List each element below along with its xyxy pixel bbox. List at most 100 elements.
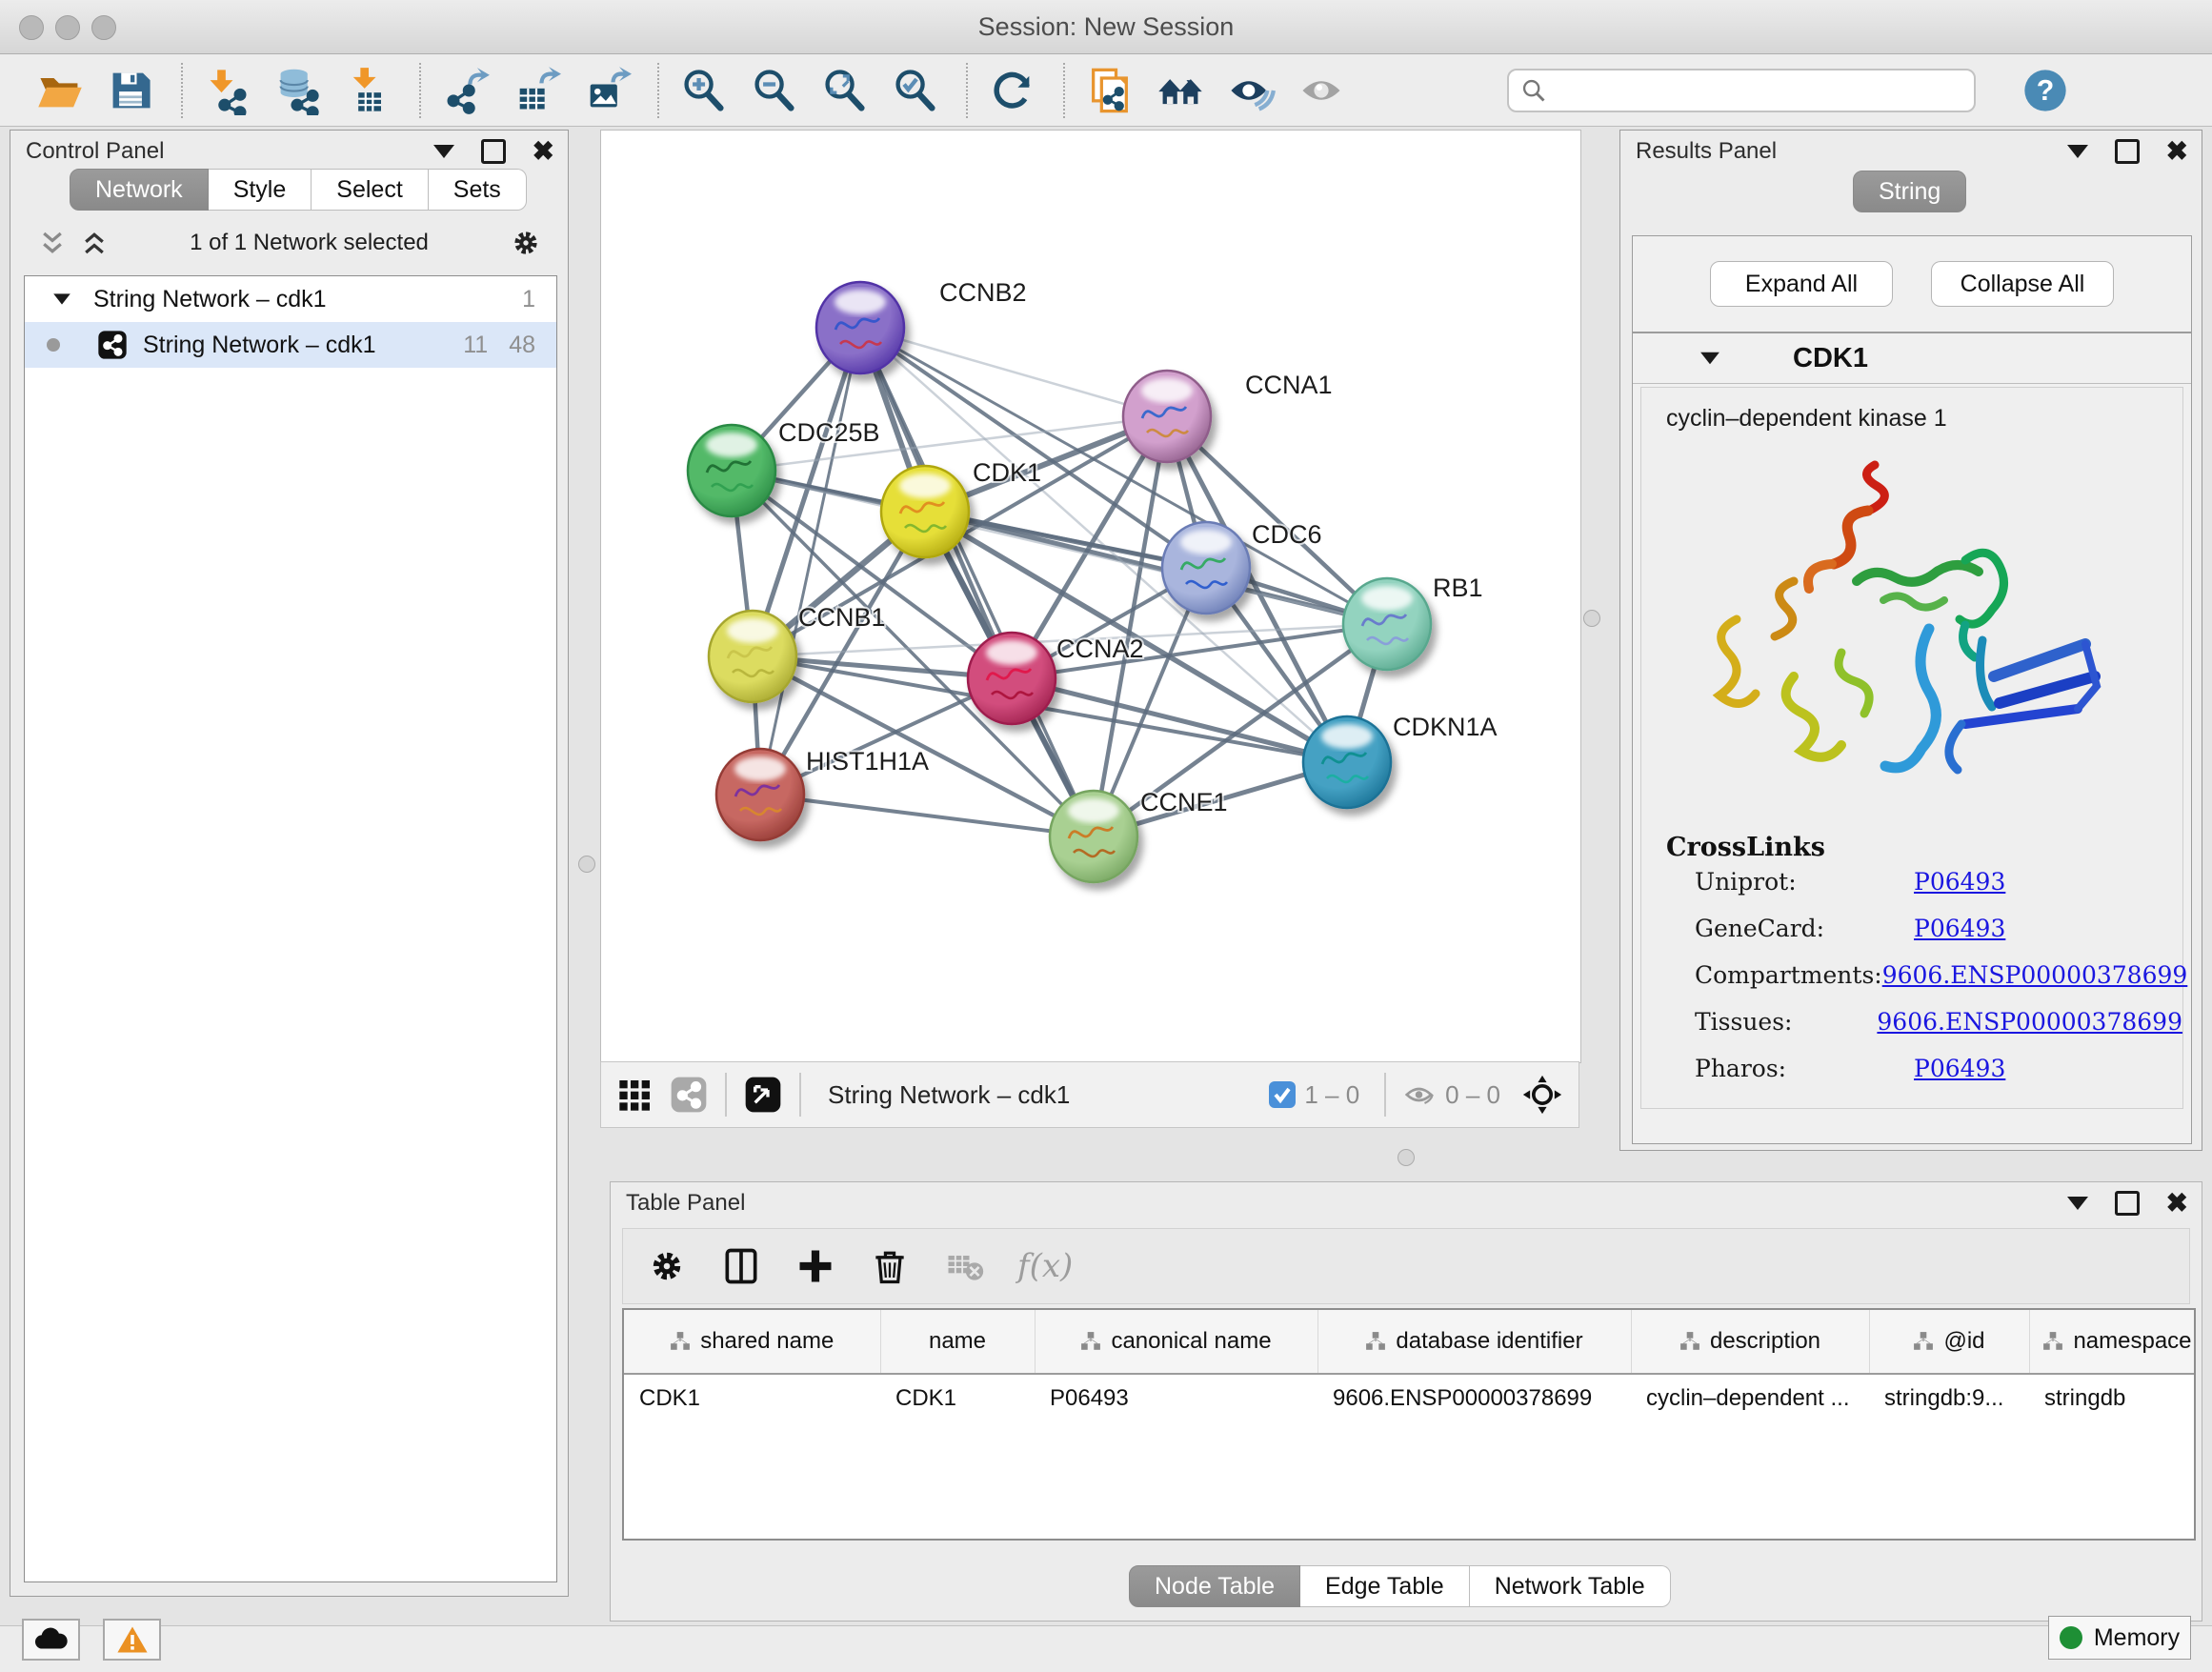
gear-icon[interactable] (509, 226, 543, 260)
import-network-from-database-icon[interactable] (271, 63, 326, 118)
table-cell[interactable]: 9606.ENSP00000378699 (1317, 1374, 1631, 1422)
zoom-out-icon[interactable] (747, 63, 802, 118)
table-cell[interactable]: stringdb (2029, 1374, 2196, 1422)
delete-column-icon[interactable] (869, 1245, 911, 1287)
network-node-CCNE1[interactable] (1050, 791, 1137, 882)
expand-all-icon[interactable] (79, 229, 110, 257)
table-cell[interactable]: cyclin–dependent ... (1631, 1374, 1869, 1422)
network-edge-CCNB2-HIST1H1A[interactable] (760, 328, 860, 795)
network-node-CCNA1[interactable] (1123, 371, 1211, 462)
crosslink-link-uniprot[interactable]: P06493 (1914, 868, 2005, 896)
gene-header-row[interactable]: CDK1 (1633, 333, 2191, 384)
grid-view-icon[interactable] (616, 1076, 654, 1114)
hidden-eye-icon[interactable] (1403, 1080, 1438, 1109)
table-settings-gear-icon[interactable] (646, 1245, 688, 1287)
network-node-CDC25B[interactable] (688, 425, 775, 516)
panel-float-icon[interactable] (2067, 1197, 2088, 1210)
import-network-from-file-icon[interactable] (200, 63, 255, 118)
tab-style[interactable]: Style (209, 169, 312, 211)
hide-show-icon[interactable] (1223, 63, 1278, 118)
crosslink-link-tissues[interactable]: 9606.ENSP00000378699 (1877, 1008, 2182, 1036)
tab-network[interactable]: Network (70, 169, 209, 211)
network-edge-CCNB2-CCNA1[interactable] (860, 328, 1167, 416)
column-header-shared-name[interactable]: shared name (624, 1310, 880, 1374)
network-collection-row[interactable]: String Network – cdk1 1 (25, 276, 556, 322)
close-window-button[interactable] (19, 15, 44, 40)
export-network-icon[interactable] (438, 63, 493, 118)
export-image-icon[interactable] (579, 63, 634, 118)
cloud-button[interactable] (22, 1619, 80, 1661)
network-node-CDK1[interactable] (881, 466, 969, 557)
panel-float-icon[interactable] (2067, 145, 2088, 158)
bottom-splitter-grip[interactable] (1398, 1149, 1415, 1166)
birdseye-toggle-icon[interactable] (1521, 1074, 1563, 1116)
panel-close-icon[interactable]: ✖ (533, 142, 554, 161)
import-table-from-file-icon[interactable] (341, 63, 396, 118)
tab-network-table[interactable]: Network Table (1470, 1565, 1671, 1607)
table-cell[interactable]: stringdb:9... (1869, 1374, 2029, 1422)
zoom-selected-icon[interactable] (888, 63, 943, 118)
search-box[interactable] (1507, 69, 1976, 112)
network-node-CCNB2[interactable] (816, 282, 904, 373)
network-canvas[interactable]: CCNB2CCNA1CDC25BCDK1CDC6RB1CCNB1CCNA2CDK… (600, 130, 1581, 1063)
function-builder-icon[interactable]: f(x) (1017, 1247, 1073, 1285)
search-input[interactable] (1547, 76, 1951, 105)
tree-expand-icon[interactable] (53, 293, 70, 304)
tab-select[interactable]: Select (312, 169, 428, 211)
expand-all-button[interactable]: Expand All (1710, 261, 1893, 307)
zoom-window-button[interactable] (91, 15, 116, 40)
tab-node-table[interactable]: Node Table (1129, 1565, 1300, 1607)
houses-icon[interactable] (1153, 63, 1208, 118)
add-column-icon[interactable] (794, 1245, 836, 1287)
table-cell[interactable]: CDK1 (624, 1374, 880, 1422)
tab-edge-table[interactable]: Edge Table (1300, 1565, 1470, 1607)
right-splitter-grip[interactable] (1583, 610, 1600, 627)
table-cell[interactable]: P06493 (1035, 1374, 1317, 1422)
column-header-@id[interactable]: @id (1869, 1310, 2029, 1374)
panel-maximize-icon[interactable] (2115, 1191, 2140, 1216)
selected-checkbox-icon[interactable] (1268, 1080, 1297, 1109)
network-node-HIST1H1A[interactable] (716, 749, 804, 840)
show-columns-icon[interactable] (720, 1245, 762, 1287)
tab-sets[interactable]: Sets (429, 169, 527, 211)
column-header-description[interactable]: description (1631, 1310, 1869, 1374)
detach-view-icon[interactable] (744, 1076, 782, 1114)
table-row[interactable]: CDK1CDK1P064939606.ENSP00000378699cyclin… (624, 1374, 2196, 1422)
network-edge-HIST1H1A-CCNE1[interactable] (760, 795, 1094, 836)
collapse-all-icon[interactable] (37, 229, 68, 257)
memory-button[interactable]: Memory (2048, 1616, 2191, 1660)
panel-close-icon[interactable]: ✖ (2166, 1194, 2188, 1213)
delete-table-icon[interactable] (943, 1245, 985, 1287)
export-table-icon[interactable] (509, 63, 564, 118)
apply-layout-icon[interactable] (985, 63, 1040, 118)
tab-string[interactable]: String (1853, 171, 1966, 212)
crosslink-link-genecard[interactable]: P06493 (1914, 915, 2005, 942)
eye-icon[interactable] (1294, 63, 1349, 118)
network-node-RB1[interactable] (1343, 578, 1431, 670)
open-session-icon[interactable] (32, 63, 88, 118)
panel-maximize-icon[interactable] (481, 139, 506, 164)
network-node-CCNB1[interactable] (709, 611, 796, 702)
help-icon[interactable]: ? (2018, 63, 2073, 118)
zoom-fit-icon[interactable] (817, 63, 873, 118)
column-header-name[interactable]: name (880, 1310, 1035, 1374)
warnings-button[interactable] (103, 1619, 161, 1661)
clone-network-icon[interactable] (1082, 63, 1137, 118)
zoom-in-icon[interactable] (676, 63, 732, 118)
network-row[interactable]: String Network – cdk1 11 48 (25, 322, 556, 368)
left-splitter-grip[interactable] (578, 856, 595, 873)
gene-collapse-icon[interactable] (1700, 353, 1719, 365)
column-header-canonical-name[interactable]: canonical name (1035, 1310, 1317, 1374)
crosslink-link-pharos[interactable]: P06493 (1914, 1055, 2005, 1082)
save-session-icon[interactable] (103, 63, 158, 118)
panel-close-icon[interactable]: ✖ (2166, 142, 2188, 161)
column-header-namespace[interactable]: namespace (2029, 1310, 2196, 1374)
network-node-CDKN1A[interactable] (1303, 716, 1391, 808)
panel-maximize-icon[interactable] (2115, 139, 2140, 164)
collapse-all-button[interactable]: Collapse All (1931, 261, 2114, 307)
crosslink-link-compartments[interactable]: 9606.ENSP00000378699 (1882, 961, 2188, 989)
network-view-icon[interactable] (670, 1076, 708, 1114)
network-node-CDC6[interactable] (1162, 522, 1250, 614)
minimize-window-button[interactable] (55, 15, 80, 40)
column-header-database-identifier[interactable]: database identifier (1317, 1310, 1631, 1374)
